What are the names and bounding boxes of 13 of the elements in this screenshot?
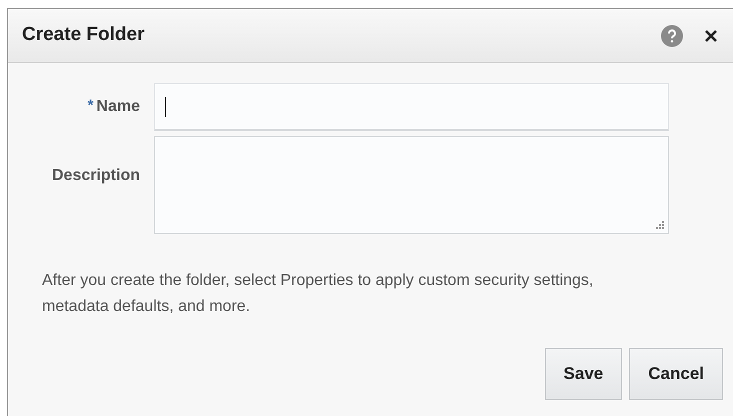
help-icon[interactable]	[661, 24, 683, 46]
cancel-button[interactable]: Cancel	[629, 348, 723, 400]
text-cursor	[165, 96, 166, 116]
resize-grip-icon[interactable]	[656, 221, 664, 229]
required-mark: *	[88, 96, 94, 116]
field-label: Description	[52, 166, 140, 186]
save-button[interactable]: Save	[544, 348, 622, 400]
description-field[interactable]	[154, 136, 669, 234]
name-field[interactable]	[154, 83, 669, 131]
dialog-title: Create Folder	[22, 23, 146, 48]
field-label: Name	[96, 97, 140, 117]
info-text: After you create the folder, select Properties to apply custom security settings, metadata defaults, and more.	[42, 271, 594, 317]
close-icon[interactable]	[703, 28, 719, 44]
